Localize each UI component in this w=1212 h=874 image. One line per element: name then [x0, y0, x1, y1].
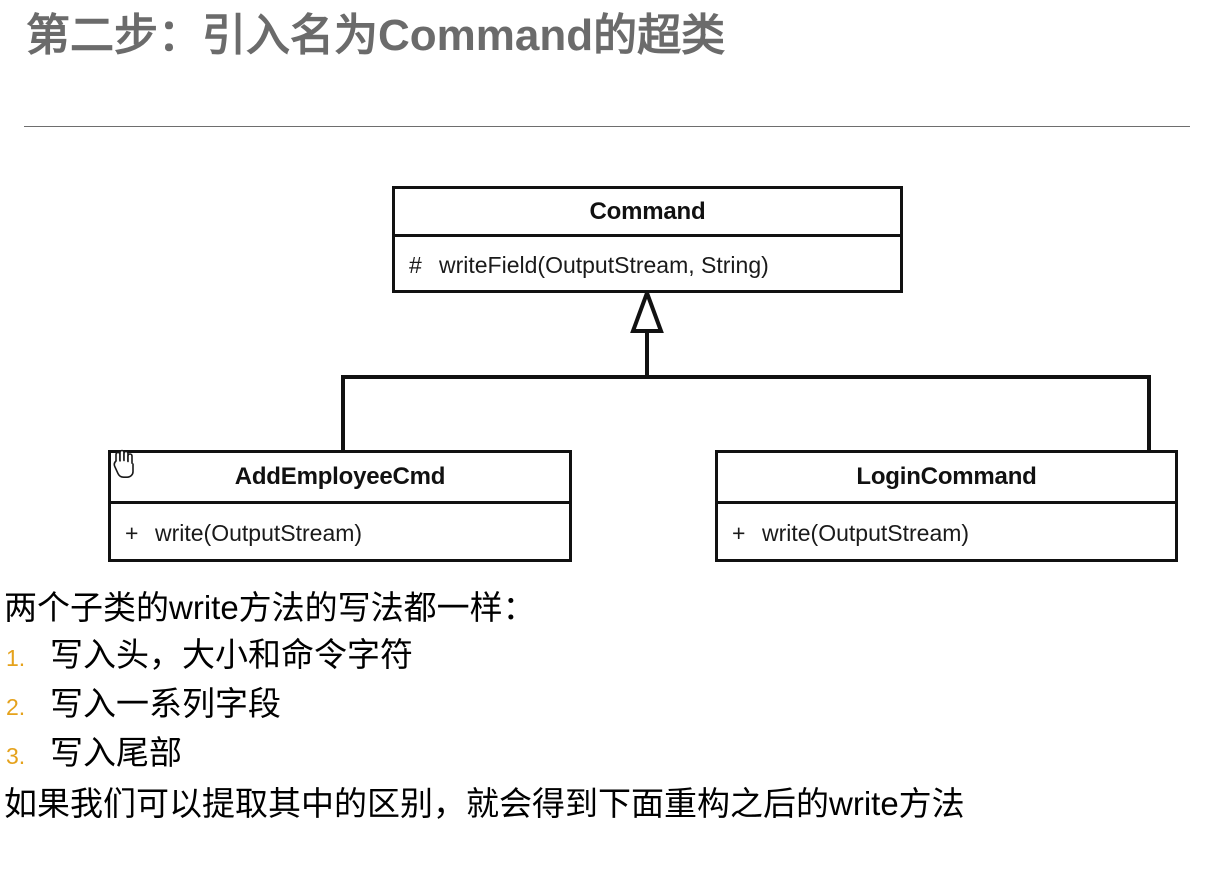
visibility-marker: #	[409, 251, 422, 278]
generalization-crossbar	[341, 375, 1151, 379]
generalization-drop-left	[341, 375, 345, 452]
member-signature: write(OutputStream)	[762, 519, 970, 546]
uml-class-name-logincommand: LoginCommand	[718, 453, 1175, 504]
steps-list: 1. 写入头，大小和命令字符 2. 写入一系列字段 3. 写入尾部	[0, 634, 1212, 774]
uml-members-logincommand: + write(OutputStream)	[718, 504, 1175, 562]
uml-class-name-addemployeecmd: AddEmployeeCmd	[111, 453, 569, 504]
uml-member-row: + write(OutputStream)	[732, 520, 969, 547]
body-copy: 两个子类的write方法的写法都一样： 1. 写入头，大小和命令字符 2. 写入…	[0, 586, 1212, 826]
generalization-drop-right	[1147, 375, 1151, 452]
list-item: 3. 写入尾部	[0, 732, 1212, 773]
open-hand-cursor-icon	[113, 449, 134, 478]
hollow-triangle-arrow-icon	[630, 290, 664, 333]
uml-member-row: # writeField(OutputStream, String)	[409, 252, 769, 279]
uml-class-logincommand[interactable]: LoginCommand + write(OutputStream)	[715, 450, 1178, 562]
uml-member-row: + write(OutputStream)	[125, 520, 362, 547]
list-marker: 2.	[6, 694, 26, 721]
list-item-text: 写入一系列字段	[50, 685, 281, 723]
list-item: 2. 写入一系列字段	[0, 683, 1212, 724]
member-signature: write(OutputStream)	[155, 519, 363, 546]
list-marker: 3.	[6, 743, 26, 770]
intro-paragraph: 两个子类的write方法的写法都一样：	[4, 589, 536, 626]
uml-members-addemployeecmd: + write(OutputStream)	[111, 504, 569, 562]
visibility-marker: +	[125, 519, 139, 546]
closing-paragraph: 如果我们可以提取其中的区别，就会得到下面重构之后的write方法	[4, 784, 965, 822]
generalization-stem-line	[645, 330, 649, 378]
page-title: 第二步：引入名为Command的超类	[26, 11, 726, 60]
list-item-text: 写入头，大小和命令字符	[50, 635, 413, 673]
list-marker: 1.	[6, 644, 26, 671]
list-item: 1. 写入头，大小和命令字符	[0, 634, 1212, 675]
list-item-text: 写入尾部	[50, 734, 182, 772]
uml-members-command: # writeField(OutputStream, String)	[395, 237, 900, 293]
uml-class-name-command: Command	[395, 189, 900, 237]
member-signature: writeField(OutputStream, String)	[439, 251, 769, 278]
uml-class-addemployeecmd[interactable]: AddEmployeeCmd + write(OutputStream)	[108, 450, 572, 562]
title-divider	[24, 126, 1190, 127]
uml-class-command[interactable]: Command # writeField(OutputStream, Strin…	[392, 186, 903, 293]
visibility-marker: +	[732, 519, 746, 546]
